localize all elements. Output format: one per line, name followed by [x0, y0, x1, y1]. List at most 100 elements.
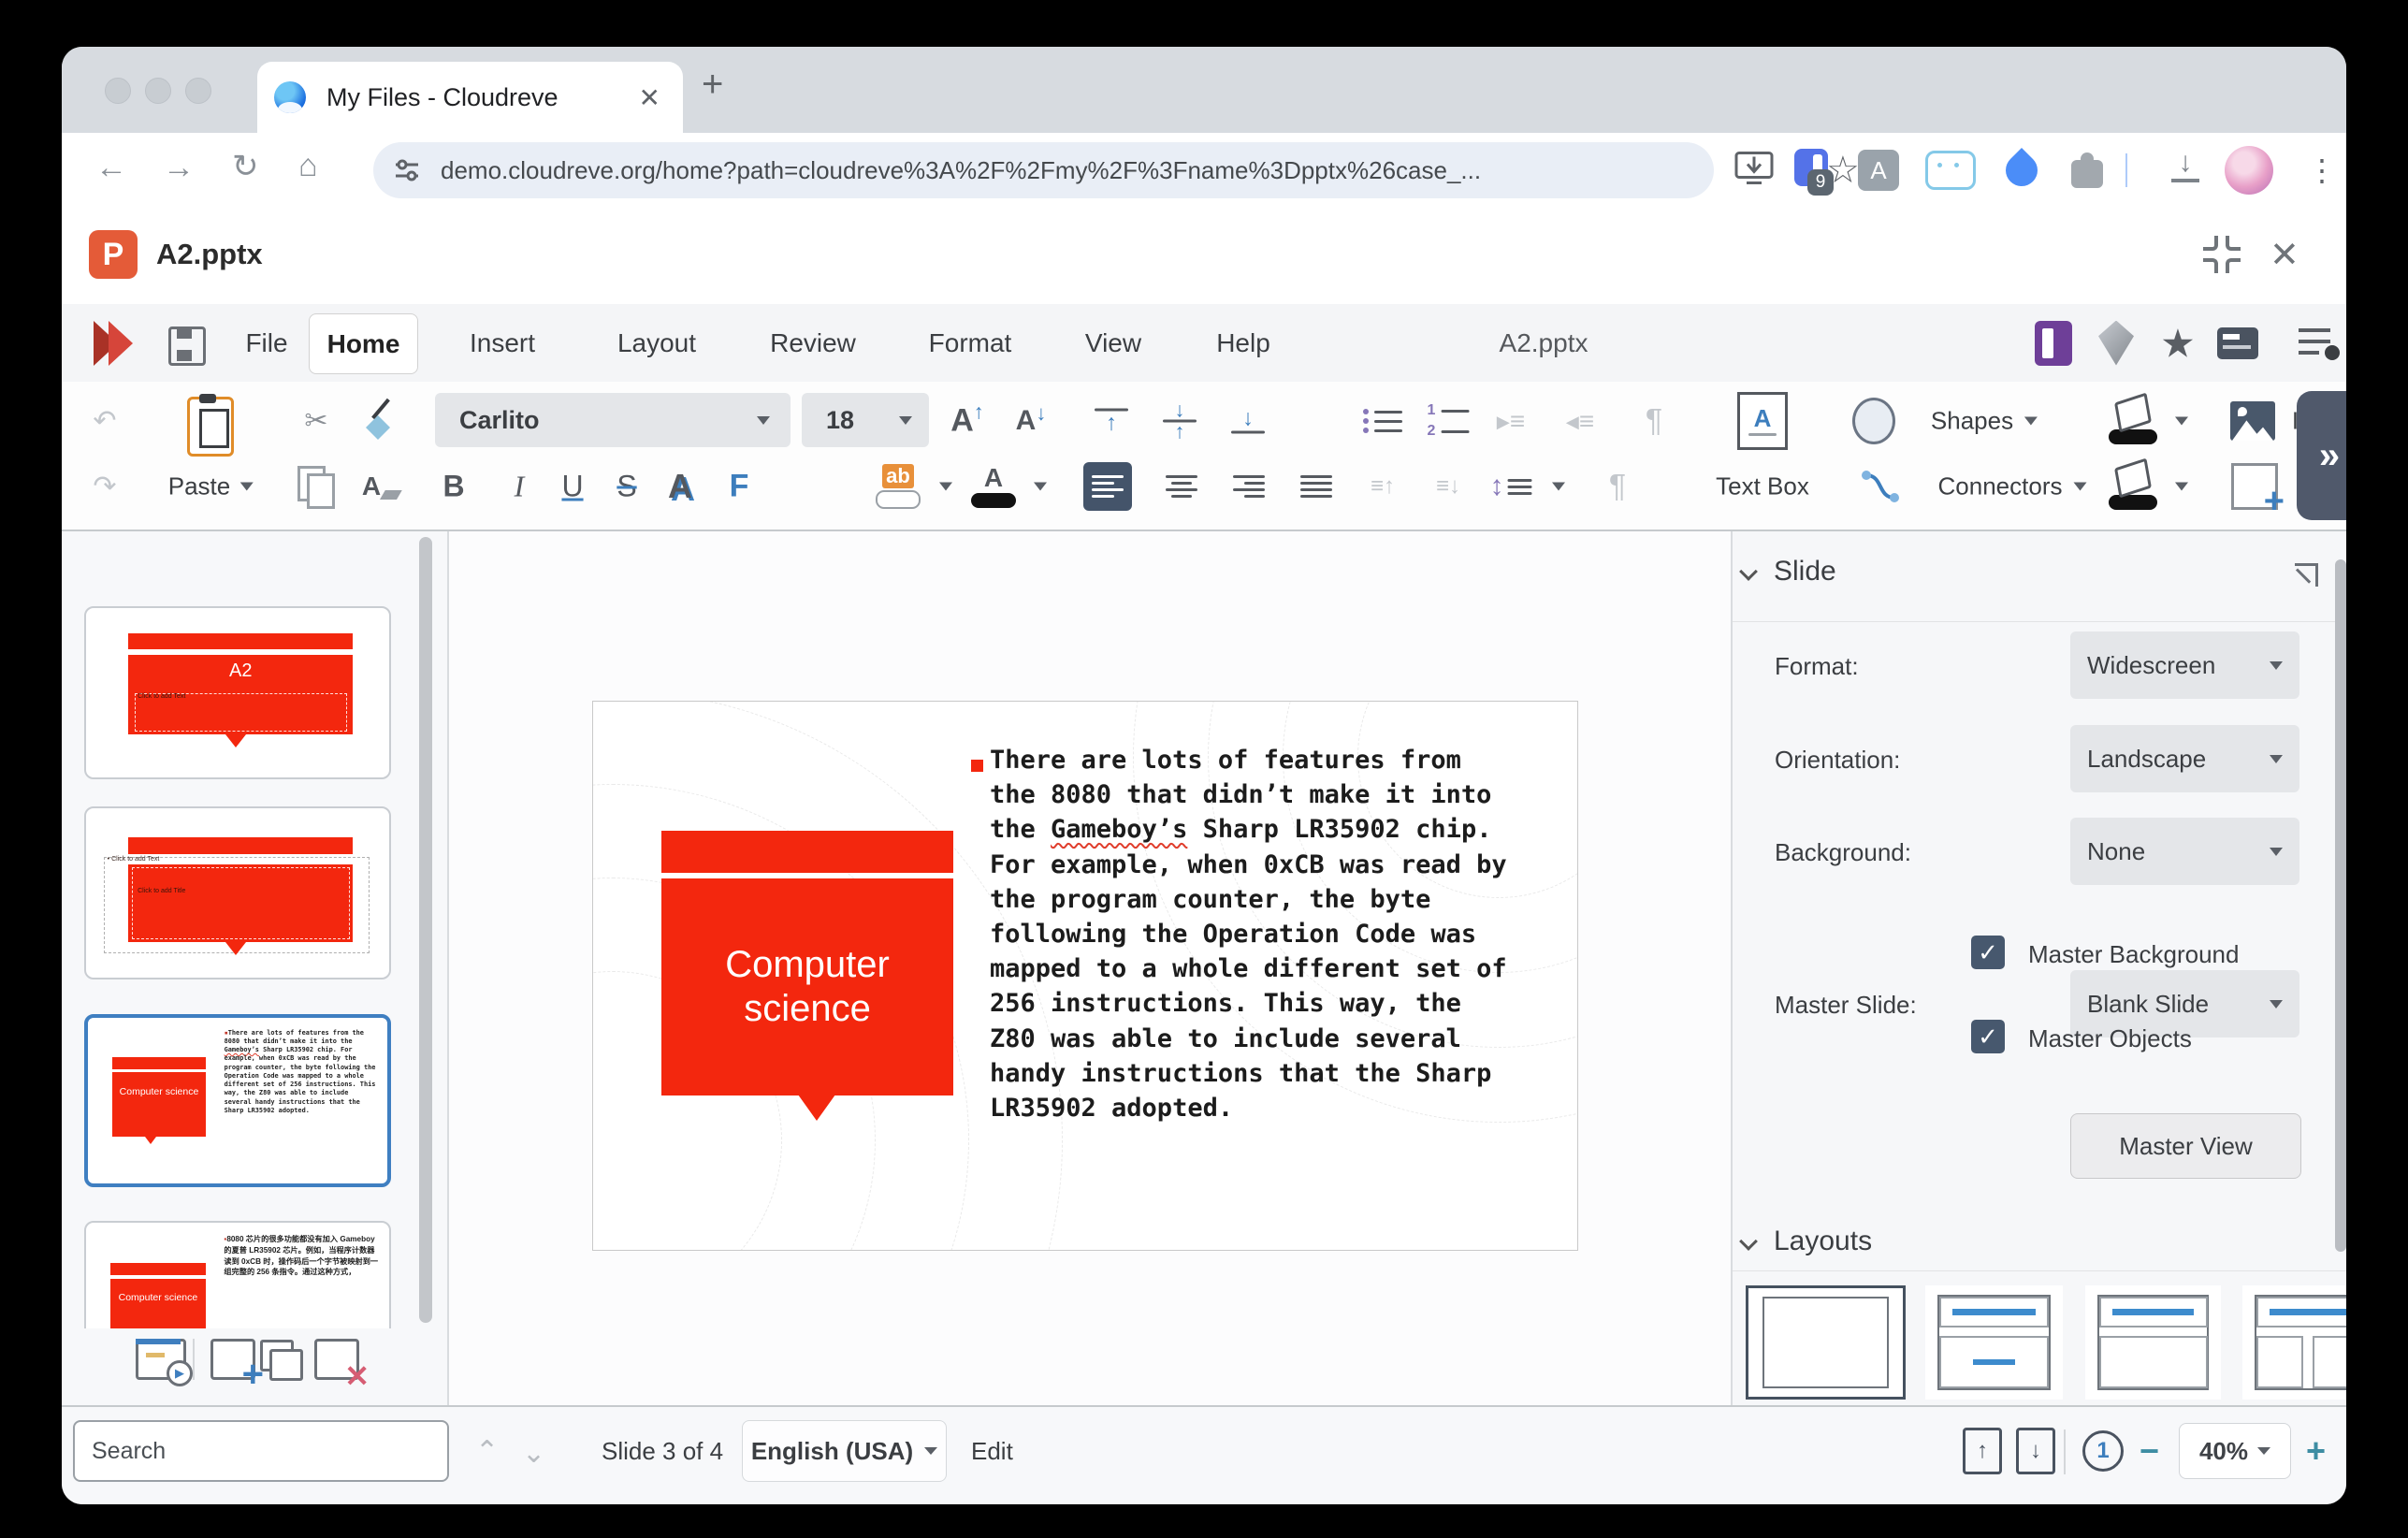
- address-bar[interactable]: demo.cloudreve.org/home?path=cloudreve%3…: [373, 142, 1714, 198]
- align-right-icon[interactable]: [1225, 462, 1273, 511]
- zoom-100-icon[interactable]: 1: [2082, 1407, 2124, 1495]
- layouts-section-header[interactable]: Layouts: [1742, 1226, 1872, 1257]
- find-previous-icon[interactable]: ⌃: [475, 1407, 499, 1495]
- background-select[interactable]: None: [2070, 818, 2299, 885]
- layout-title-body[interactable]: [2085, 1285, 2221, 1400]
- connectors-icon[interactable]: [1859, 466, 1902, 507]
- italic-icon[interactable]: I: [515, 470, 525, 504]
- collaboration-settings-icon[interactable]: [2299, 325, 2342, 362]
- extension-tv-icon[interactable]: [1925, 151, 1976, 190]
- expand-panel-icon[interactable]: [2295, 563, 2318, 587]
- shape-fill-color-icon[interactable]: [2109, 463, 2157, 510]
- numbered-list-icon[interactable]: 1 2: [1428, 402, 1470, 440]
- expand-toolbar-button[interactable]: »: [2297, 391, 2346, 520]
- menu-layout[interactable]: Layout: [617, 304, 696, 382]
- line-spacing-icon[interactable]: ↕: [1490, 471, 1532, 502]
- menu-help[interactable]: Help: [1216, 304, 1270, 382]
- font-name-select[interactable]: Carlito: [435, 393, 791, 447]
- redo-icon[interactable]: ↷: [93, 471, 116, 503]
- traffic-light-minimize[interactable]: [145, 78, 171, 104]
- current-slide[interactable]: Computer science There are lots of featu…: [592, 701, 1578, 1251]
- start-slideshow-icon[interactable]: ▶: [136, 1339, 186, 1380]
- slide-thumbnail-4[interactable]: Computer science ▪8080 芯片的很多功能都没有加入 Game…: [84, 1221, 391, 1328]
- align-text-middle-icon[interactable]: ↓↑: [1163, 402, 1197, 441]
- duplicate-slide-icon[interactable]: [260, 1340, 303, 1379]
- fit-slide-icon[interactable]: ↑: [1963, 1407, 2002, 1495]
- add-slide-icon[interactable]: +: [210, 1339, 255, 1380]
- move-backward-icon[interactable]: ≡↓: [1436, 473, 1460, 500]
- home-icon[interactable]: ⌂: [298, 148, 318, 184]
- line-spacing-caret-icon[interactable]: [1552, 483, 1565, 491]
- browser-tab[interactable]: My Files - Cloudreve ✕: [257, 62, 683, 133]
- slide-title-text[interactable]: Computer science: [661, 878, 953, 1095]
- gem-icon[interactable]: [2098, 321, 2134, 366]
- add-placeholder-icon[interactable]: +: [2231, 463, 2278, 510]
- char-case-icon[interactable]: F: [730, 469, 749, 505]
- slide-thumbnail-1[interactable]: A2 Click to add Text: [84, 606, 391, 779]
- shapes-circle-icon[interactable]: [1852, 398, 1895, 444]
- menu-file[interactable]: File: [245, 304, 287, 382]
- align-text-top-icon[interactable]: ↑: [1095, 409, 1128, 434]
- shape-outline-color-icon[interactable]: [2109, 398, 2157, 444]
- shapes-button[interactable]: Shapes: [1931, 407, 2038, 436]
- paragraph-settings-icon[interactable]: ¶: [1609, 469, 1626, 505]
- bullet-list-icon[interactable]: [1363, 409, 1402, 433]
- card-icon[interactable]: [2217, 327, 2258, 359]
- orientation-select[interactable]: Landscape: [2070, 725, 2299, 792]
- align-center-icon[interactable]: [1157, 462, 1206, 511]
- close-preview-icon[interactable]: ✕: [2270, 234, 2299, 276]
- traffic-light-close[interactable]: [105, 78, 131, 104]
- align-text-bottom-icon[interactable]: ↓: [1231, 409, 1265, 434]
- fit-width-icon[interactable]: ↓: [2016, 1407, 2055, 1495]
- panel-scrollbar[interactable]: [2335, 559, 2346, 1252]
- hide-panel-icon[interactable]: [2035, 321, 2072, 366]
- browser-menu-icon[interactable]: ⋮: [2307, 152, 2337, 188]
- slide-title-bar-shape[interactable]: [661, 831, 953, 873]
- slide-thumbnail-3-selected[interactable]: Computer science ▪There are lots of feat…: [84, 1014, 391, 1187]
- reload-icon[interactable]: ↻: [232, 148, 259, 185]
- connectors-button[interactable]: Connectors: [1938, 472, 2087, 501]
- align-justify-icon[interactable]: [1292, 462, 1341, 511]
- menu-view[interactable]: View: [1085, 304, 1141, 382]
- extension-a-icon[interactable]: A: [1858, 150, 1899, 191]
- layout-blank-selected[interactable]: [1746, 1285, 1906, 1400]
- move-forward-icon[interactable]: ≡↑: [1371, 473, 1395, 500]
- font-color-icon[interactable]: A: [971, 465, 1016, 508]
- clear-style-icon[interactable]: A: [362, 472, 399, 501]
- decrease-font-icon[interactable]: A↓: [1016, 405, 1047, 437]
- menu-review[interactable]: Review: [770, 304, 856, 382]
- master-background-checkbox[interactable]: ✓: [1971, 936, 2005, 969]
- undo-icon[interactable]: ↶: [93, 405, 116, 438]
- superscript-icon[interactable]: A: [668, 467, 692, 506]
- increase-indent-icon[interactable]: ▸≡: [1497, 406, 1525, 437]
- exit-fullscreen-icon[interactable]: [2203, 236, 2241, 273]
- zoom-in-button[interactable]: +: [2306, 1407, 2326, 1495]
- copy-icon[interactable]: [297, 466, 335, 507]
- align-left-icon[interactable]: [1083, 462, 1132, 511]
- menu-home[interactable]: Home: [309, 313, 418, 374]
- format-select[interactable]: Widescreen: [2070, 631, 2299, 699]
- forward-icon[interactable]: →: [163, 150, 195, 186]
- format-painter-icon[interactable]: [362, 399, 399, 443]
- image-icon[interactable]: [2230, 401, 2275, 441]
- delete-slide-icon[interactable]: ✕: [314, 1339, 359, 1380]
- font-color-caret-icon[interactable]: [1034, 483, 1047, 491]
- profile-avatar[interactable]: [2225, 146, 2273, 195]
- slide-canvas[interactable]: Computer science There are lots of featu…: [449, 531, 1731, 1405]
- underline-icon[interactable]: U: [561, 470, 583, 504]
- paste-button[interactable]: Paste: [168, 472, 254, 501]
- text-box-icon[interactable]: A: [1737, 392, 1788, 450]
- favorites-star-icon[interactable]: ★: [2160, 320, 2196, 366]
- new-tab-button[interactable]: +: [702, 64, 723, 106]
- outline-color-caret-icon[interactable]: [2175, 417, 2188, 426]
- traffic-light-zoom[interactable]: [185, 78, 211, 104]
- back-icon[interactable]: ←: [95, 150, 127, 186]
- layout-two-content[interactable]: [2242, 1285, 2346, 1400]
- extension-drop-icon[interactable]: [1999, 148, 2044, 193]
- paste-caret-icon[interactable]: [239, 483, 253, 491]
- thumbnails-scrollbar[interactable]: [419, 537, 432, 1323]
- slide-section-header[interactable]: Slide: [1742, 556, 1836, 588]
- language-select[interactable]: English (USA): [742, 1420, 947, 1482]
- zoom-level-select[interactable]: 40%: [2179, 1423, 2291, 1479]
- menu-insert[interactable]: Insert: [470, 304, 535, 382]
